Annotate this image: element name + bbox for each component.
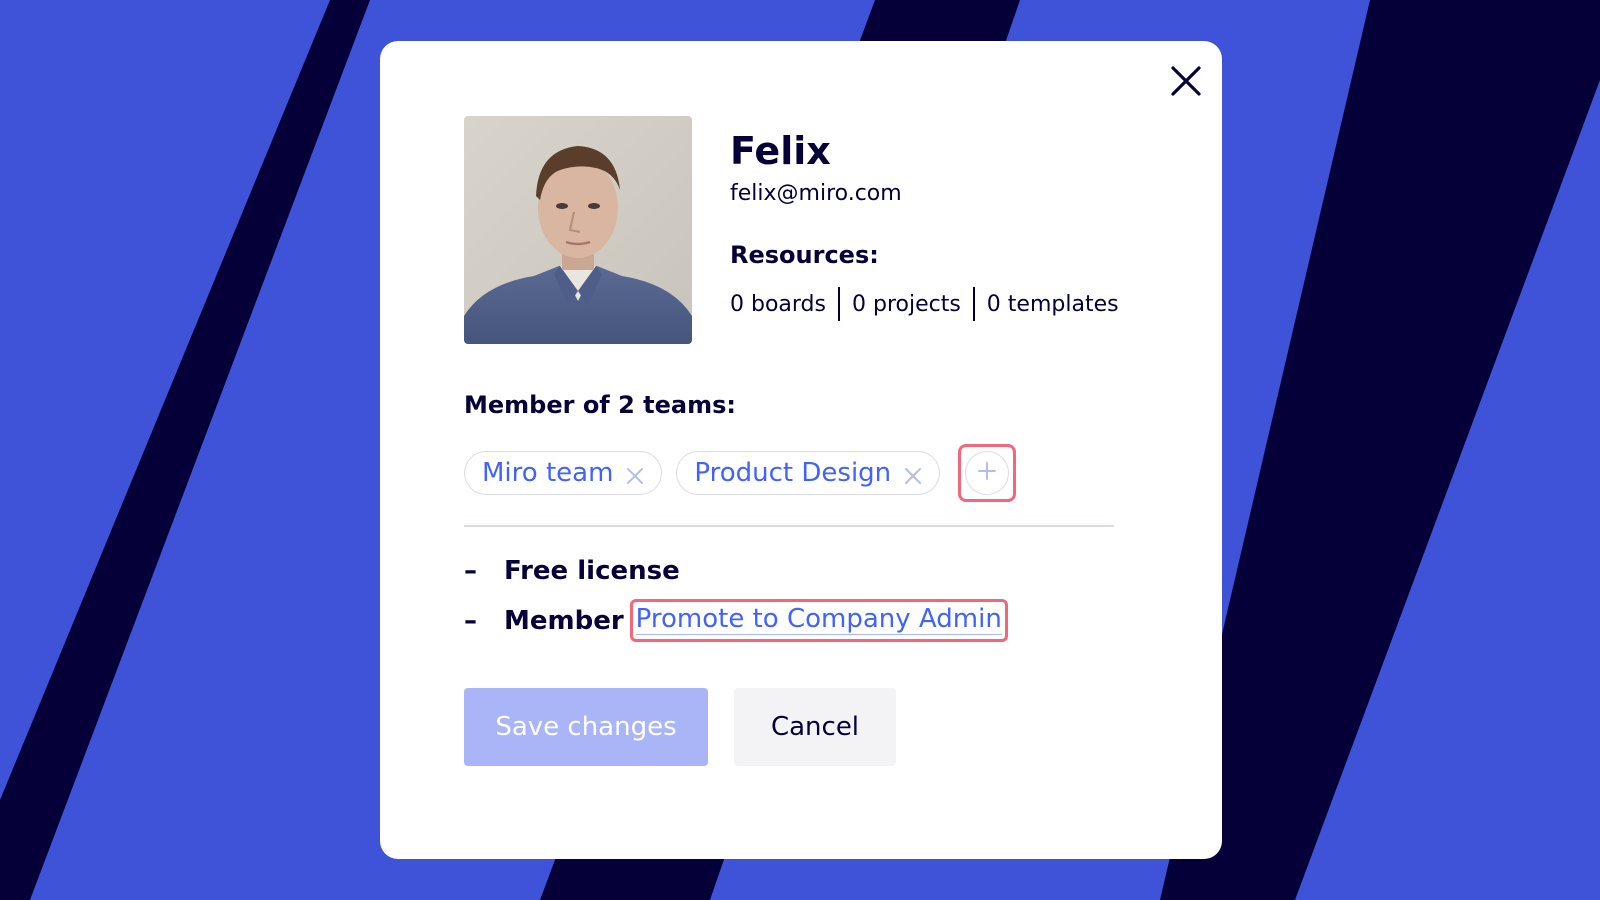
resource-templates: 0 templates xyxy=(986,291,1119,317)
plus-icon xyxy=(977,461,997,485)
user-email: felix@miro.com xyxy=(730,181,902,206)
user-name: Felix xyxy=(730,129,831,173)
resource-boards: 0 boards xyxy=(730,291,826,317)
role-row: – Member Promote to Company Admin xyxy=(464,599,1008,642)
add-team-button[interactable] xyxy=(965,451,1010,495)
divider xyxy=(837,287,840,321)
role-label: Member xyxy=(504,605,624,636)
close-icon[interactable] xyxy=(1168,63,1204,99)
promote-highlight: Promote to Company Admin xyxy=(629,599,1008,642)
section-divider xyxy=(464,525,1114,527)
license-row: – Free license xyxy=(464,556,680,586)
team-chip-label: Product Design xyxy=(694,458,892,488)
team-chip-product-design[interactable]: Product Design xyxy=(676,451,941,495)
list-dash: – xyxy=(464,556,477,586)
user-profile-modal: Felix felix@miro.com Resources: 0 boards… xyxy=(380,41,1222,859)
save-changes-button[interactable]: Save changes xyxy=(464,688,708,766)
user-avatar-photo xyxy=(464,116,692,344)
team-chips: Miro team Product Design xyxy=(464,444,1017,502)
list-dash: – xyxy=(464,605,477,636)
teams-title: Member of 2 teams: xyxy=(464,391,736,419)
remove-icon[interactable] xyxy=(903,463,923,484)
remove-icon[interactable] xyxy=(625,463,645,484)
license-label: Free license xyxy=(504,556,680,586)
add-team-highlight xyxy=(958,444,1017,502)
resource-projects: 0 projects xyxy=(851,291,961,317)
divider xyxy=(972,287,975,321)
team-chip-miro-team[interactable]: Miro team xyxy=(464,451,663,495)
team-chip-label: Miro team xyxy=(482,458,614,488)
cancel-button[interactable]: Cancel xyxy=(734,688,896,766)
resources-list: 0 boards 0 projects 0 templates xyxy=(730,287,1119,321)
promote-to-admin-link[interactable]: Promote to Company Admin xyxy=(635,604,1002,635)
resources-title: Resources: xyxy=(730,241,879,269)
